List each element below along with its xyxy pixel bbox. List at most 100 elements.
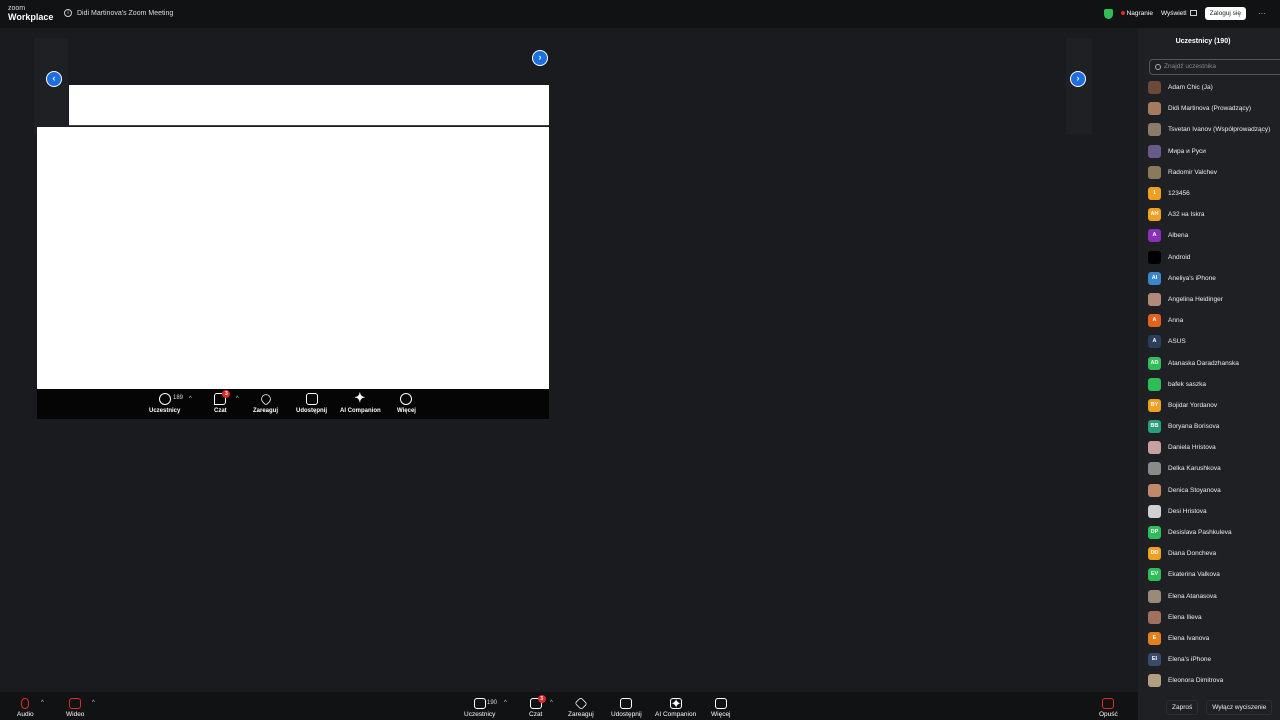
meeting-stage: ‹ › › Uczestnicy 189 ^ 3 Czat ^ Zareaguj… [0, 28, 1138, 692]
invite-button[interactable]: Zaproś [1166, 699, 1199, 715]
participant-row[interactable]: EV Ekaterina Valkova [1148, 564, 1280, 585]
share-react-button[interactable]: Zareaguj [253, 392, 279, 414]
react-button[interactable]: Zareaguj [568, 696, 594, 718]
ai-companion-label: AI Companion [655, 711, 697, 718]
participants-label: Uczestnicy [464, 711, 496, 718]
share-share-button[interactable]: Udostępnij [296, 393, 327, 414]
share-ai-companion-button[interactable]: AI Companion [340, 390, 381, 414]
next-page-arrow-icon[interactable]: › [1070, 71, 1086, 87]
participant-name: Denica Stoyanova [1168, 486, 1221, 494]
chevron-up-icon[interactable]: ^ [504, 700, 507, 706]
more-label: Więcej [711, 711, 731, 718]
shared-screen-top [69, 85, 549, 126]
video-button[interactable]: Wideo [66, 698, 84, 718]
info-icon[interactable]: i [64, 9, 72, 17]
participant-row[interactable]: Desi Hristova [1148, 501, 1280, 522]
avatar: A [1148, 314, 1161, 328]
chat-icon: 3 [214, 390, 231, 405]
share-chat-button[interactable]: 3 Czat [214, 390, 231, 414]
participant-row[interactable]: AI Aneliya's iPhone [1148, 268, 1280, 289]
participant-row[interactable]: Android [1148, 247, 1280, 268]
audio-chevron-up-icon[interactable]: ^ [41, 700, 44, 706]
shield-icon[interactable] [1103, 8, 1113, 19]
participant-row[interactable]: Мира и Руси [1148, 141, 1280, 162]
recording-indicator[interactable]: Nagranie [1120, 10, 1153, 17]
chevron-up-icon[interactable]: ^ [189, 396, 192, 402]
participant-row[interactable]: BB Boryana Borisova [1148, 416, 1280, 437]
share-screen-icon [305, 393, 318, 405]
participant-row[interactable]: Delka Karushkova [1148, 458, 1280, 479]
chevron-up-icon[interactable]: ^ [550, 700, 553, 706]
react-label: Zareaguj [253, 408, 279, 414]
participant-row[interactable]: Tsvetan Ivanov (Współprowadzący) [1148, 119, 1280, 140]
meeting-controls-bar: Audio ^ Wideo ^ Uczestnicy 190 ^ 3 Czat … [0, 692, 1138, 720]
chat-icon: 3 [529, 695, 546, 709]
login-button[interactable]: Zaloguj się [1204, 7, 1246, 20]
title-bar: zoom Workplace i Didi Martinova's Zoom M… [0, 0, 1280, 28]
participant-name: Elena's iPhone [1168, 656, 1212, 664]
participants-icon [158, 393, 171, 405]
participant-name: Didi Martinova (Prowadzący) [1168, 105, 1252, 113]
participant-name: Desi Hristova [1168, 507, 1207, 515]
participant-name: ASUS [1168, 338, 1186, 346]
chat-button[interactable]: 3 Czat [529, 695, 546, 718]
participant-row[interactable]: Adam Chic (Ja) [1148, 77, 1280, 98]
participant-row[interactable]: Didi Martinova (Prowadzący) [1148, 98, 1280, 119]
participant-row[interactable]: A ASUS [1148, 331, 1280, 352]
avatar: A [1148, 335, 1161, 349]
previous-page-arrow-icon[interactable]: ‹ [46, 71, 62, 87]
participant-name: Atanaska Daradzhanska [1168, 359, 1239, 367]
participant-name: Bojidar Yordanov [1168, 401, 1218, 409]
participant-row[interactable]: Eleonora Dimitrova [1148, 670, 1280, 691]
participant-row[interactable]: AD Atanaska Daradzhanska [1148, 352, 1280, 373]
avatar: DP [1148, 526, 1161, 540]
participant-name: Diana Doncheva [1168, 550, 1217, 558]
participant-name: Adam Chic (Ja) [1168, 84, 1213, 92]
participant-row[interactable]: Angelina Heidinger [1148, 289, 1280, 310]
next-share-arrow-icon[interactable]: › [532, 50, 548, 66]
avatar [1148, 292, 1161, 306]
participant-row[interactable]: BY Bojidar Yordanov [1148, 395, 1280, 416]
participant-row[interactable]: A Albena [1148, 225, 1280, 246]
participant-row[interactable]: DD Diana Doncheva [1148, 543, 1280, 564]
ai-companion-button[interactable]: AI Companion [655, 696, 697, 718]
participant-search-input[interactable]: Znajdź uczestnika [1149, 59, 1280, 75]
participants-count: 190 [487, 700, 498, 706]
view-button[interactable]: Wyświetl [1161, 10, 1197, 17]
participant-row[interactable]: Daniela Hristova [1148, 437, 1280, 458]
unmute-all-button[interactable]: Wyłącz wyciszenie [1206, 699, 1273, 715]
more-options-icon[interactable]: ··· [1258, 9, 1266, 18]
participant-name: Elena Ivanova [1168, 634, 1210, 642]
video-chevron-up-icon[interactable]: ^ [92, 700, 95, 706]
avatar [1148, 610, 1161, 624]
participant-row[interactable]: 1 123456 [1148, 183, 1280, 204]
meeting-info[interactable]: i Didi Martinova's Zoom Meeting [64, 9, 173, 17]
avatar [1148, 504, 1161, 518]
audio-label: Audio [17, 711, 34, 718]
more-icon [714, 698, 727, 709]
participant-name: Angelina Heidinger [1168, 295, 1223, 303]
heart-icon [258, 392, 273, 406]
participant-row[interactable]: EI Elena's iPhone [1148, 649, 1280, 670]
audio-button[interactable]: Audio [17, 698, 34, 718]
chevron-up-icon[interactable]: ^ [236, 396, 239, 402]
participant-name: Elena Atanasova [1168, 592, 1217, 600]
panel-footer: Zaproś Wyłącz wyciszenie [1138, 694, 1280, 720]
participant-row[interactable]: Radomir Valchev [1148, 162, 1280, 183]
participant-name: Albena [1168, 232, 1189, 240]
participant-list[interactable]: Adam Chic (Ja) Didi Martinova (Prowadzący… [1148, 77, 1280, 691]
participant-row[interactable]: E Elena Ivanova [1148, 628, 1280, 649]
share-more-button[interactable]: Więcej [397, 393, 416, 414]
logo-bottom: Workplace [8, 12, 54, 22]
leave-button[interactable]: Opuść [1099, 698, 1118, 718]
participant-row[interactable]: АН А32 на Iskra [1148, 204, 1280, 225]
participant-row[interactable]: bafek saszka [1148, 374, 1280, 395]
participant-row[interactable]: DP Desislava Pashkuleva [1148, 522, 1280, 543]
participant-row[interactable]: Elena Atanasova [1148, 586, 1280, 607]
more-button[interactable]: Więcej [711, 698, 731, 718]
participant-row[interactable]: A Anna [1148, 310, 1280, 331]
search-placeholder: Znajdź uczestnika [1164, 63, 1217, 70]
participant-row[interactable]: Denica Stoyanova [1148, 480, 1280, 501]
participant-row[interactable]: Elena Ilieva [1148, 607, 1280, 628]
share-button[interactable]: Udostępnij [611, 698, 642, 718]
